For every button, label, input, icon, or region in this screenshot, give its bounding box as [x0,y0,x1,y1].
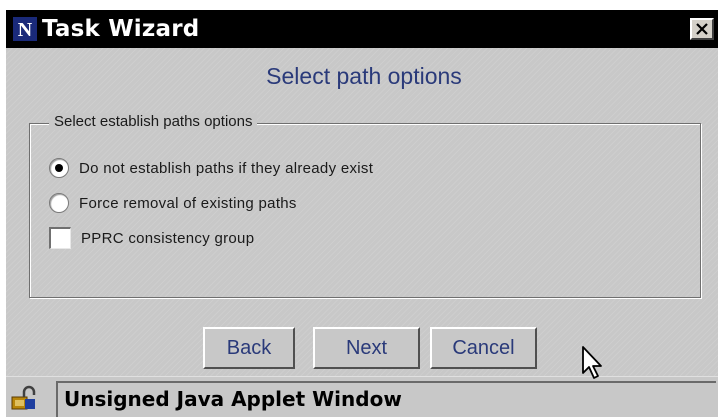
option-pprc-consistency[interactable]: PPRC consistency group [49,227,254,249]
checkbox-pprc-consistency[interactable] [49,227,71,249]
status-text: Unsigned Java Applet Window [64,387,402,411]
next-button[interactable]: Next [313,327,420,369]
unlocked-padlock-icon [11,385,36,410]
page-heading: Select path options [266,63,462,89]
groupbox-legend: Select establish paths options [49,113,258,130]
mouse-pointer-icon [582,346,602,379]
close-button[interactable] [690,18,714,40]
radio-do-not-establish[interactable] [49,158,69,178]
back-button[interactable]: Back [203,327,295,369]
option-do-not-establish[interactable]: Do not establish paths if they already e… [49,158,373,178]
option-force-removal[interactable]: Force removal of existing paths [49,193,297,213]
window-title: Task Wizard [42,16,200,42]
netscape-n-icon: N [13,17,37,41]
svg-text:N: N [18,19,33,41]
task-wizard-window: N Task Wizard Select path options Select… [0,0,718,417]
radio-force-removal[interactable] [49,193,69,213]
option-label: PPRC consistency group [81,229,255,247]
option-label: Do not establish paths if they already e… [79,159,374,177]
cancel-button[interactable]: Cancel [430,327,537,369]
status-field: Unsigned Java Applet Window [56,381,716,417]
status-bar: Unsigned Java Applet Window [6,376,718,417]
title-bar[interactable]: N Task Wizard [6,10,718,48]
option-label: Force removal of existing paths [79,194,297,212]
close-x-icon [696,23,708,35]
